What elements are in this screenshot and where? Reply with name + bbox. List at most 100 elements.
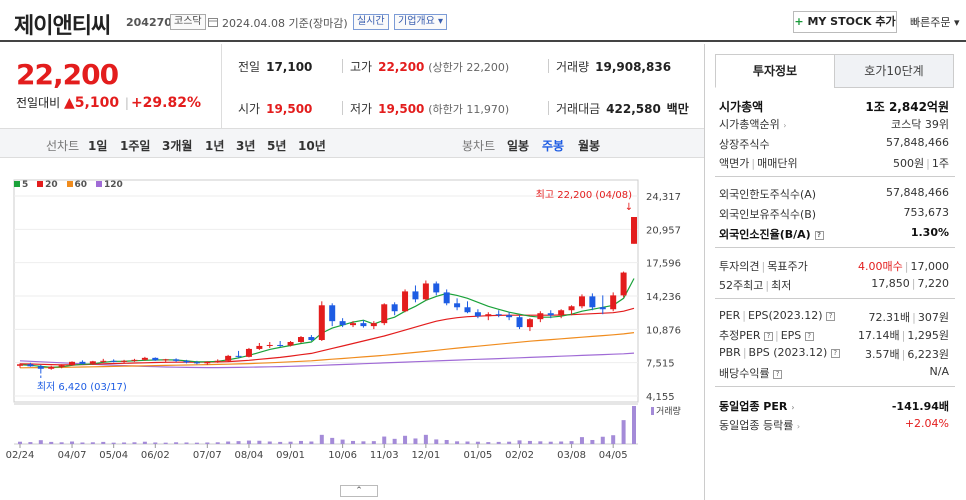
x-tick-label: 11/03	[370, 450, 399, 461]
candle-body	[214, 360, 221, 362]
chart-frame	[13, 179, 639, 403]
tab-10year[interactable]: 10년	[298, 137, 326, 154]
tab-1week[interactable]: 1주일	[120, 137, 150, 154]
candle-body	[69, 361, 76, 366]
volume-bar	[423, 434, 428, 444]
candle-body	[277, 344, 284, 346]
volume-bar	[444, 439, 449, 444]
market-badge: 코스닥	[170, 14, 206, 30]
tab-investment-info[interactable]: 투자정보	[715, 54, 835, 88]
volume-bar	[246, 440, 251, 444]
price-stats: 전일 17,100 고가 22,200 (상한가 22,200) 거래량 19,908…	[222, 44, 704, 128]
tab-5year[interactable]: 5년	[267, 137, 286, 154]
quick-order-link[interactable]: 빠른주문 ▾	[910, 14, 960, 30]
price-change: 전일대비 ▲5,100 | +29.82%	[16, 95, 201, 111]
down-arrow-icon: ↓	[625, 202, 633, 213]
tab-monthly[interactable]: 월봉	[578, 137, 600, 154]
candlestick-chart[interactable]: 24,317 20,957 17,596 14,236 10,876 7,515 4,155…	[0, 160, 704, 466]
volume-bar	[361, 441, 366, 444]
investment-panel: 투자정보 호가10단계 시가총액 1조 2,842억원 시가총액순위 › 코스닥 3…	[704, 44, 966, 500]
collapse-chart-button[interactable]: ⌃	[340, 485, 378, 497]
high-annotation: 최고 22,200 (04/08)	[536, 189, 632, 201]
estimated-per-row: 추정PER ? | EPS ? 17.14배 | 1,295원	[719, 329, 949, 342]
volume-bar	[569, 441, 574, 444]
volume-bar	[590, 439, 595, 444]
candle-body	[526, 319, 533, 328]
help-icon[interactable]: ?	[763, 332, 773, 341]
tab-3month[interactable]: 3개월	[162, 137, 192, 154]
dividend-row: 배당수익률 ? N/A	[719, 365, 949, 380]
help-icon[interactable]: ?	[804, 332, 814, 341]
tab-daily[interactable]: 일봉	[507, 137, 529, 154]
volume-bar	[257, 440, 262, 444]
volume-bar	[49, 441, 54, 444]
candle-body	[308, 337, 315, 341]
tab-order-book[interactable]: 호가10단계	[834, 54, 954, 88]
volume-bar	[330, 437, 335, 444]
x-tick-label: 05/04	[99, 450, 128, 461]
x-tick-label: 08/04	[235, 450, 264, 461]
candle-body	[173, 359, 180, 361]
candle-body	[235, 355, 242, 357]
moving-average-ma120	[19, 352, 635, 369]
candle-body	[381, 304, 388, 324]
candle-body	[110, 360, 117, 362]
candle-body	[464, 307, 471, 313]
x-tick-label: 02/24	[6, 450, 35, 461]
y-tick-label: 17,596	[646, 259, 681, 270]
company-overview-dropdown[interactable]: 기업개요 ▾	[394, 14, 448, 30]
volume-bar	[507, 441, 512, 444]
y-tick-label: 4,155	[646, 392, 675, 403]
help-icon[interactable]: ?	[814, 231, 824, 240]
stock-code: 204270	[126, 16, 172, 29]
stat-low: 저가 19,500 (하한가 11,970)	[350, 102, 510, 116]
volume-bar	[517, 440, 522, 444]
volume-label: 거래량	[656, 405, 681, 417]
tab-weekly[interactable]: 주봉	[542, 137, 564, 154]
x-tick-label: 04/05	[599, 450, 628, 461]
volume-bar	[28, 442, 33, 444]
candle-body	[516, 317, 523, 328]
stat-prev-close: 전일 17,100	[238, 60, 313, 74]
candle-body	[474, 312, 481, 317]
help-icon[interactable]: ?	[830, 349, 840, 358]
opinion-row: 투자의견 | 목표주가 4.00매수 | 17,000	[719, 260, 949, 273]
candle-body	[631, 216, 637, 244]
help-icon[interactable]: ?	[826, 312, 836, 321]
x-tick-label: 03/08	[557, 450, 586, 461]
chevron-down-icon: ▾	[438, 16, 444, 27]
y-tick-label: 20,957	[646, 225, 681, 236]
candle-body	[350, 323, 357, 326]
volume-bar	[80, 442, 85, 444]
volume-bar	[215, 442, 220, 444]
x-tick-label: 02/02	[505, 450, 534, 461]
candle-body	[121, 360, 128, 362]
realtime-button[interactable]: 실시간	[353, 14, 389, 30]
candle-body	[589, 296, 596, 308]
volume-bar	[18, 441, 22, 444]
tab-1year[interactable]: 1년	[205, 137, 224, 154]
foreign-limit-row: 외국인한도주식수(A) 57,848,466	[719, 186, 949, 201]
per-row: PER | EPS(2023.12) ? 72.31배 | 307원	[719, 309, 949, 324]
volume-bar	[174, 442, 179, 444]
candle-body	[318, 305, 325, 341]
candle-body	[17, 364, 23, 366]
candle-body	[443, 292, 450, 304]
add-mystock-button[interactable]: + MY STOCK 추가	[793, 11, 897, 33]
candle-body	[48, 366, 55, 369]
volume-bar	[340, 439, 345, 444]
y-tick-label: 14,236	[646, 292, 681, 303]
plus-icon: +	[794, 15, 804, 28]
candle-body	[100, 360, 107, 362]
help-icon[interactable]: ?	[773, 370, 783, 379]
x-tick-label: 01/05	[463, 450, 492, 461]
stat-volume: 거래량 19,908,836	[556, 60, 672, 74]
tab-3year[interactable]: 3년	[236, 137, 255, 154]
volume-bar	[455, 441, 460, 444]
foreign-hold-row: 외국인보유주식수(B) 753,673	[719, 206, 949, 221]
candle-body	[131, 359, 138, 361]
volume-bar	[288, 441, 293, 444]
volume-bar	[298, 440, 303, 444]
volume-bar	[486, 442, 491, 444]
tab-1day[interactable]: 1일	[88, 137, 107, 154]
